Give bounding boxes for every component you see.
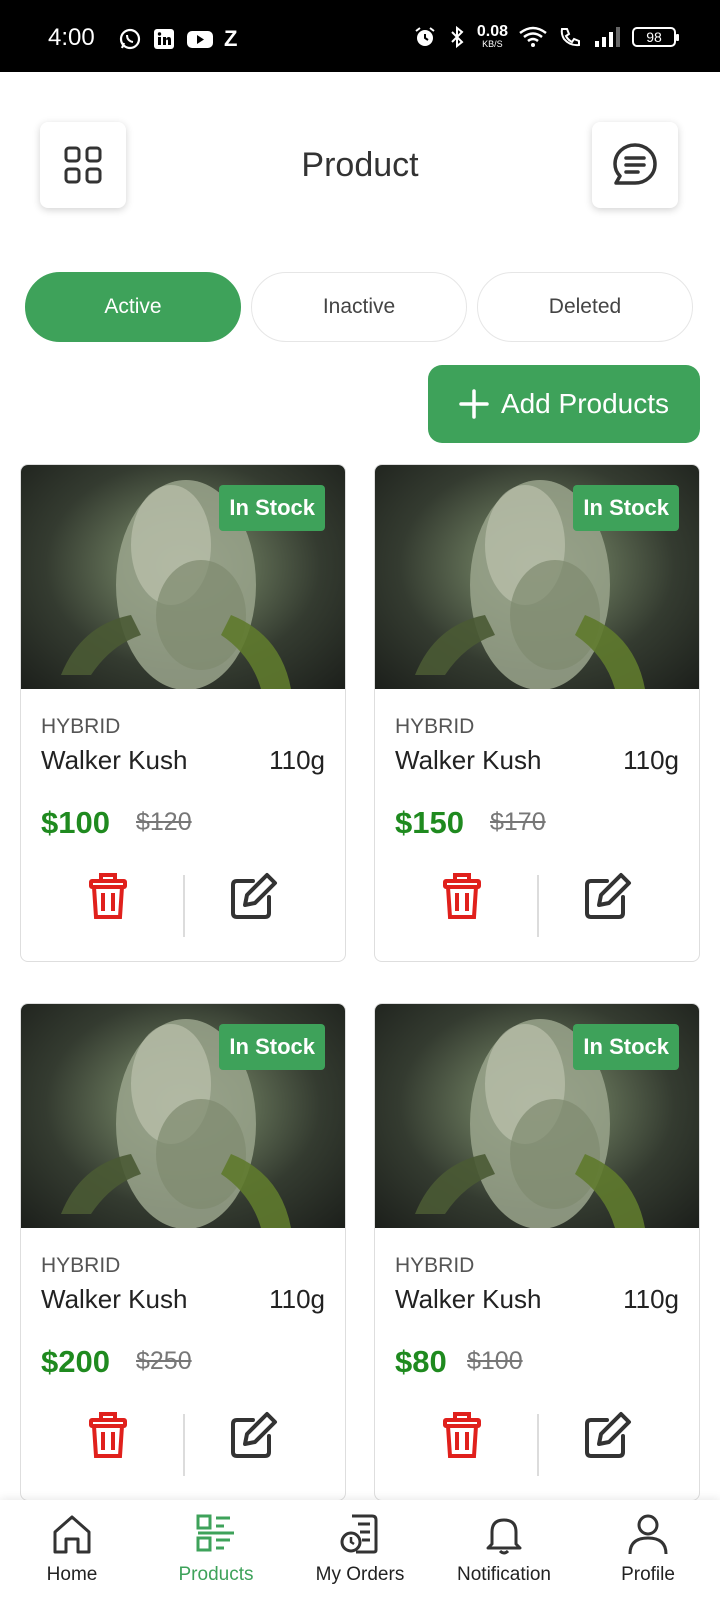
bluetooth-icon (451, 25, 464, 48)
delete-button[interactable] (83, 871, 133, 926)
profile-icon (628, 1514, 668, 1555)
trash-icon (443, 873, 481, 919)
product-price: $200 (41, 1344, 110, 1379)
product-category: HYBRID (41, 715, 121, 738)
nav-products[interactable]: Products (144, 1500, 288, 1600)
edit-button[interactable] (229, 871, 279, 926)
chat-icon (613, 143, 657, 185)
product-name: Walker Kush (395, 1284, 542, 1314)
product-price: $150 (395, 805, 464, 840)
add-products-label: Add Products (500, 388, 670, 419)
product-weight: 110g (269, 1284, 325, 1314)
product-old-price: $100 (467, 1347, 523, 1375)
stock-badge: In Stock (219, 485, 325, 531)
edit-button[interactable] (583, 1410, 633, 1465)
product-price: $80 (395, 1344, 447, 1379)
delete-button[interactable] (437, 1410, 487, 1465)
delete-button[interactable] (437, 871, 487, 926)
plus-icon (459, 389, 489, 419)
stock-badge: In Stock (573, 1024, 679, 1070)
product-old-price: $250 (136, 1347, 192, 1375)
wifi-icon (519, 26, 547, 47)
add-products-button[interactable]: Add Products (428, 365, 700, 443)
product-card[interactable]: In Stock HYBRID Walker Kush 110g $80 $10… (374, 1003, 700, 1501)
product-weight: 110g (623, 1284, 679, 1314)
bell-icon (486, 1518, 522, 1555)
home-icon (53, 1515, 91, 1554)
alarm-icon (415, 26, 435, 46)
network-speed: 0.08 KB/S (476, 23, 508, 49)
youtube-icon (187, 31, 213, 48)
product-name: Walker Kush (395, 745, 542, 775)
trash-icon (443, 1412, 481, 1458)
product-category: HYBRID (41, 1254, 121, 1277)
trash-icon (89, 873, 127, 919)
linkedin-icon (154, 29, 174, 49)
status-time: 4:00 (48, 24, 95, 51)
edit-icon (585, 873, 631, 919)
nav-profile[interactable]: Profile (576, 1500, 720, 1600)
delete-button[interactable] (83, 1410, 133, 1465)
product-old-price: $120 (136, 808, 192, 836)
trash-icon (89, 1412, 127, 1458)
products-icon (196, 1514, 234, 1552)
edit-icon (585, 1412, 631, 1458)
stock-badge: In Stock (573, 485, 679, 531)
edit-icon (231, 873, 277, 919)
chat-button[interactable] (592, 122, 678, 208)
signal-icon (595, 26, 620, 47)
product-name: Walker Kush (41, 1284, 188, 1314)
action-divider (537, 875, 539, 937)
action-divider (537, 1414, 539, 1476)
status-tabs: Active Inactive Deleted (25, 272, 693, 342)
edit-button[interactable] (229, 1410, 279, 1465)
product-category: HYBRID (395, 715, 475, 738)
product-image: In Stock (21, 1004, 345, 1228)
bottom-nav: Home Products My Orders Notification Pro… (0, 1500, 720, 1600)
stock-badge: In Stock (219, 1024, 325, 1070)
product-card[interactable]: In Stock HYBRID Walker Kush 110g $150 $1… (374, 464, 700, 962)
tab-active[interactable]: Active (25, 272, 241, 342)
nav-my-orders[interactable]: My Orders (288, 1500, 432, 1600)
call-icon (560, 27, 580, 46)
product-category: HYBRID (395, 1254, 475, 1277)
orders-icon (340, 1514, 378, 1554)
product-image: In Stock (21, 465, 345, 689)
product-card[interactable]: In Stock HYBRID Walker Kush 110g $100 $1… (20, 464, 346, 962)
whatsapp-icon (119, 28, 141, 50)
action-divider (183, 875, 185, 937)
z-icon: Z (224, 26, 238, 51)
nav-notification[interactable]: Notification (432, 1500, 576, 1600)
tab-deleted[interactable]: Deleted (477, 272, 693, 342)
product-weight: 110g (269, 745, 325, 775)
product-name: Walker Kush (41, 745, 188, 775)
product-old-price: $170 (490, 808, 546, 836)
nav-home[interactable]: Home (0, 1500, 144, 1600)
product-card[interactable]: In Stock HYBRID Walker Kush 110g $200 $2… (20, 1003, 346, 1501)
product-weight: 110g (623, 745, 679, 775)
product-image: In Stock (375, 1004, 699, 1228)
edit-icon (231, 1412, 277, 1458)
battery-indicator: 98 (632, 26, 679, 47)
product-price: $100 (41, 805, 110, 840)
product-image: In Stock (375, 465, 699, 689)
status-bar: 4:00 Z 0.08 KB/S 98 (0, 0, 720, 72)
status-notification-icons: Z (118, 26, 237, 52)
edit-button[interactable] (583, 871, 633, 926)
status-system-icons: 0.08 KB/S 98 (413, 23, 679, 49)
action-divider (183, 1414, 185, 1476)
tab-inactive[interactable]: Inactive (251, 272, 467, 342)
